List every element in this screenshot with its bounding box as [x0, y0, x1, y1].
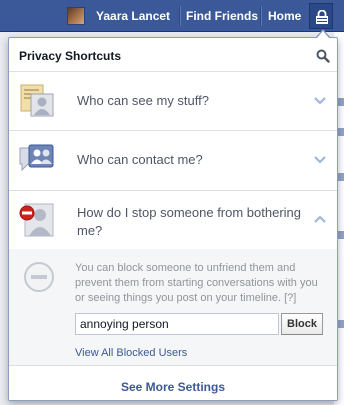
shortcut-label: How do I stop someone from bothering me? — [77, 205, 302, 238]
background-fragment — [338, 98, 344, 106]
privacy-notes-icon — [20, 84, 54, 117]
flyout-beak-inner — [317, 31, 329, 38]
shortcut-who-can-contact[interactable]: Who can contact me? — [9, 131, 337, 191]
background-fragment — [338, 173, 344, 181]
shortcut-who-can-see[interactable]: Who can see my stuff? — [9, 72, 337, 131]
avatar[interactable] — [67, 7, 85, 25]
block-button[interactable]: Block — [281, 313, 323, 335]
divider — [260, 6, 261, 26]
shortcut-stop-bothering[interactable]: How do I stop someone from bothering me? — [9, 191, 337, 249]
privacy-shortcuts-flyout: Privacy Shortcuts Who can see my stuff? — [8, 37, 338, 401]
flyout-footer: See More Settings — [9, 371, 337, 400]
privacy-shortcuts-button[interactable] — [309, 3, 333, 29]
home-link[interactable]: Home — [268, 9, 301, 23]
view-blocked-users-link[interactable]: View All Blocked Users — [75, 347, 187, 360]
background-fragment — [338, 231, 344, 239]
facebook-page: Yaara Lancet Find Friends Home Privacy S… — [0, 0, 344, 405]
messages-people-icon — [19, 144, 54, 172]
block-person-icon — [19, 203, 54, 237]
find-friends-link[interactable]: Find Friends — [186, 9, 258, 23]
divider — [179, 6, 180, 26]
background-fragment — [338, 128, 344, 136]
see-more-settings-link[interactable]: See More Settings — [9, 380, 337, 394]
shortcut-label: Who can see my stuff? — [77, 93, 209, 108]
block-icon — [24, 262, 54, 292]
chevron-down-icon — [314, 97, 326, 105]
search-icon[interactable] — [316, 49, 330, 63]
shortcut-label: Who can contact me? — [77, 152, 203, 167]
block-description: You can block someone to unfriend them a… — [75, 261, 325, 306]
block-name-input[interactable] — [75, 313, 279, 335]
profile-name-link[interactable]: Yaara Lancet — [96, 9, 170, 23]
block-description-text: You can block someone to unfriend them a… — [75, 262, 318, 304]
chevron-down-icon — [314, 156, 326, 164]
block-user-panel: You can block someone to unfriend them a… — [9, 249, 337, 366]
chevron-up-icon — [314, 215, 326, 223]
lock-icon — [316, 10, 328, 24]
background-fragment — [338, 320, 344, 328]
help-link[interactable]: [?] — [284, 292, 296, 304]
top-bar: Yaara Lancet Find Friends Home — [0, 0, 344, 32]
flyout-title: Privacy Shortcuts — [19, 49, 122, 63]
flyout-header: Privacy Shortcuts — [9, 38, 337, 72]
